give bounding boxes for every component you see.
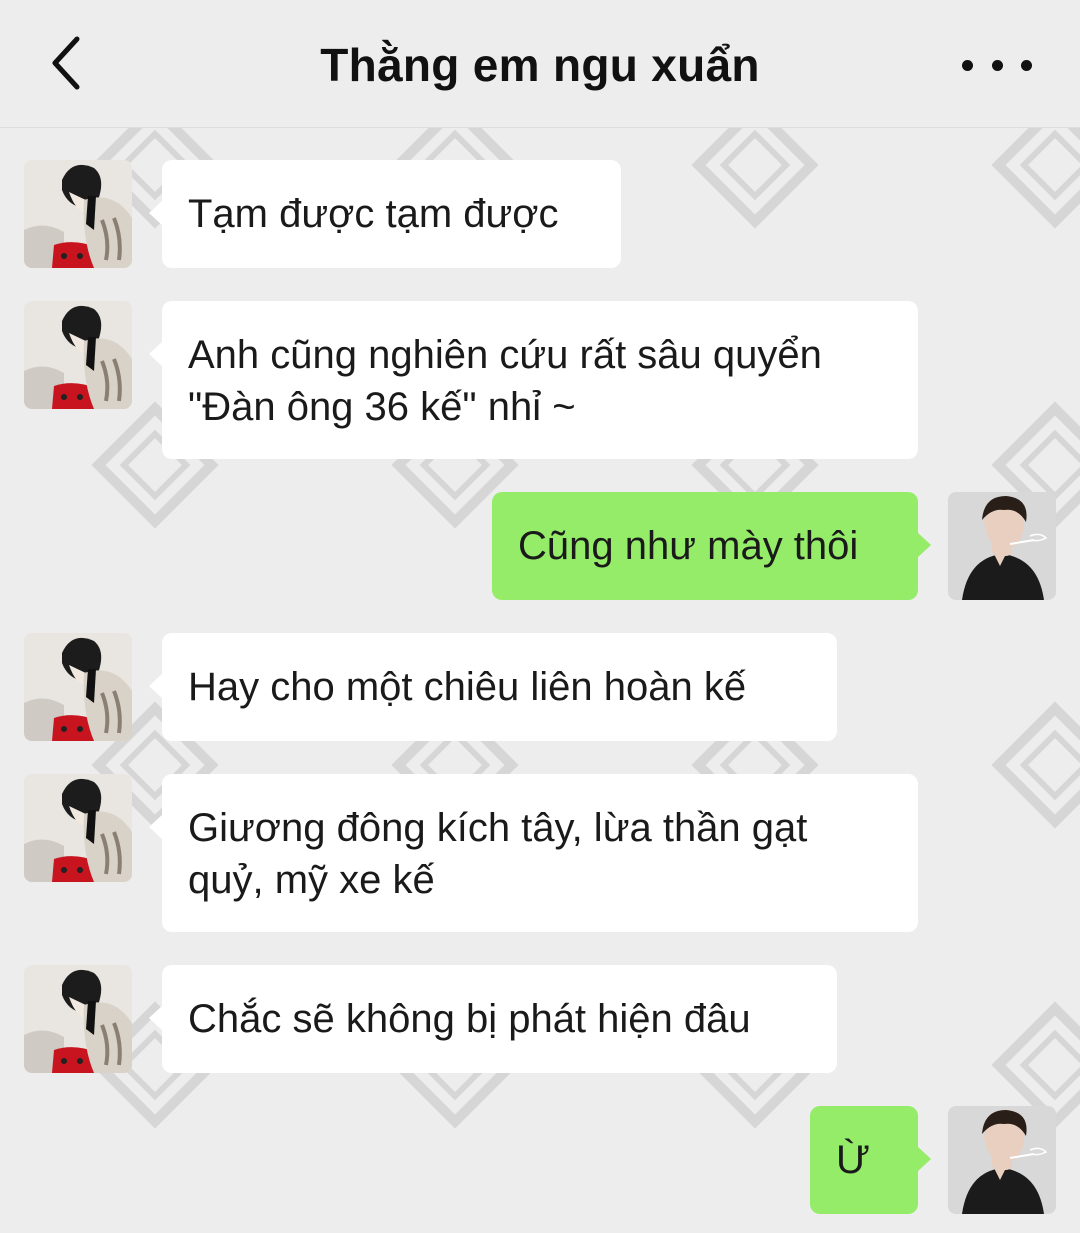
avatar[interactable] xyxy=(24,301,132,409)
message-bubble[interactable]: Ừ xyxy=(810,1106,931,1214)
message-bubble[interactable]: Cũng như mày thôi xyxy=(492,492,931,600)
message-bubble[interactable]: Anh cũng nghiên cứu rất sâu quyển "Đàn ô… xyxy=(149,301,918,459)
more-options-button[interactable] xyxy=(962,50,1032,80)
avatar[interactable] xyxy=(24,160,132,268)
chat-title: Thằng em ngu xuẩn xyxy=(320,39,760,91)
chat-header: Thằng em ngu xuẩn xyxy=(0,0,1080,128)
avatar[interactable] xyxy=(24,774,132,882)
avatar[interactable] xyxy=(24,633,132,741)
message-bubble[interactable]: Giương đông kích tây, lừa thần gạt quỷ, … xyxy=(149,774,918,932)
message-bubble[interactable]: Tạm được tạm được xyxy=(149,160,621,268)
message-bubble[interactable]: Hay cho một chiêu liên hoàn kế xyxy=(149,633,837,741)
more-dots-icon xyxy=(962,59,973,71)
avatar[interactable] xyxy=(948,1106,1056,1214)
avatar[interactable] xyxy=(24,965,132,1073)
message-bubble[interactable]: Chắc sẽ không bị phát hiện đâu xyxy=(149,965,837,1073)
avatar[interactable] xyxy=(948,492,1056,600)
